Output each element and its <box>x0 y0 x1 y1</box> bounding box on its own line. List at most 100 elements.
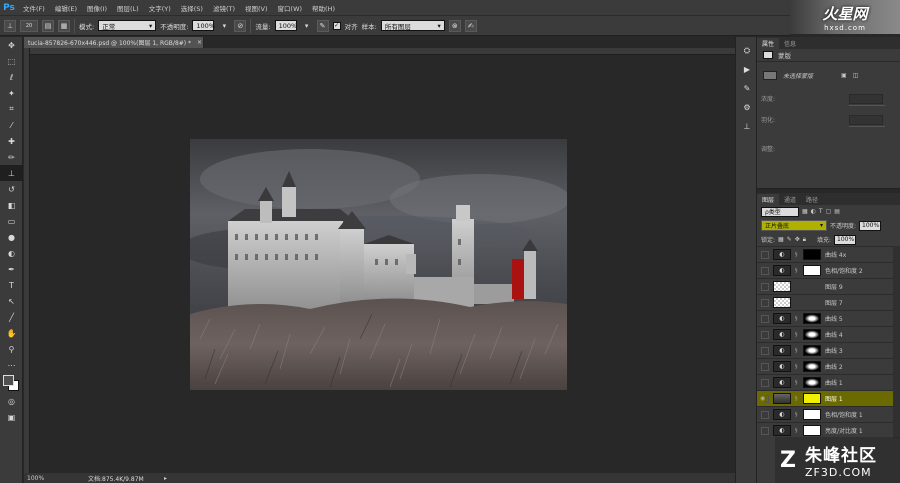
history-brush-tool-icon[interactable]: ↺ <box>0 181 23 197</box>
feather-input[interactable] <box>849 114 883 125</box>
pressure-opacity-icon[interactable]: ⊘ <box>234 19 247 32</box>
clone-source-icon[interactable]: ▦ <box>58 19 70 32</box>
layer-row[interactable]: ◉ § 图层 1 <box>757 390 900 406</box>
path-select-tool-icon[interactable]: ↖ <box>0 293 23 309</box>
mode-select[interactable]: 正常 ▾ <box>98 20 157 31</box>
quick-mask-icon[interactable]: ◎ <box>0 393 23 409</box>
layer-opacity-input[interactable]: 100% <box>859 220 882 231</box>
history-panel-icon[interactable]: ⛭ <box>736 41 758 60</box>
brush-size-picker[interactable]: 20 <box>20 19 38 32</box>
tab-info[interactable]: 信息 <box>779 38 801 49</box>
eyedropper-tool-icon[interactable]: ⁄ <box>0 117 23 133</box>
visibility-eye-icon[interactable]: ◉ <box>760 394 769 403</box>
menu-image[interactable]: 图像(I) <box>82 3 112 13</box>
filter-pixel-icon[interactable]: ▦ <box>802 208 808 215</box>
foreground-color-swatch[interactable] <box>3 375 14 386</box>
visibility-eye-icon[interactable] <box>760 378 769 387</box>
quick-select-tool-icon[interactable]: ✦ <box>0 85 23 101</box>
filter-smart-icon[interactable]: ▤ <box>834 208 840 215</box>
play-actions-icon[interactable]: ▶ <box>736 60 758 79</box>
layer-kind-select[interactable]: ρ类型 <box>761 206 799 217</box>
link-icon[interactable]: § <box>795 316 799 322</box>
brush-presets-icon[interactable]: ✎ <box>736 79 758 98</box>
layer-mask-thumbnail[interactable] <box>803 265 821 276</box>
hand-tool-icon[interactable]: ✋ <box>0 325 23 341</box>
layer-row[interactable]: ◐ § 曲线 4 <box>757 326 900 342</box>
layer-row[interactable]: ◐ § 曲线 4x <box>757 246 900 262</box>
visibility-eye-icon[interactable] <box>760 314 769 323</box>
marquee-tool-icon[interactable]: ⬚ <box>0 53 23 69</box>
layer-mask-thumbnail[interactable] <box>803 425 821 436</box>
tab-properties[interactable]: 属性 <box>757 38 780 49</box>
lock-transparent-icon[interactable]: ▦ <box>778 236 784 243</box>
feather-slider[interactable] <box>849 126 885 127</box>
layer-mask-thumbnail[interactable] <box>803 377 821 388</box>
layer-mask-thumbnail[interactable] <box>803 361 821 372</box>
link-icon[interactable]: § <box>795 348 799 354</box>
visibility-eye-icon[interactable] <box>760 282 769 291</box>
tab-paths[interactable]: 路径 <box>801 194 823 205</box>
visibility-eye-icon[interactable] <box>760 346 769 355</box>
zoom-tool-icon[interactable]: ⚲ <box>0 341 23 357</box>
shape-tool-icon[interactable]: ╱ <box>0 309 23 325</box>
layer-row[interactable]: 图层 7 <box>757 294 900 310</box>
link-icon[interactable]: § <box>795 252 799 258</box>
blur-tool-icon[interactable]: ● <box>0 229 23 245</box>
layer-mask-thumbnail[interactable] <box>803 409 821 420</box>
layer-row[interactable]: ◐ § 色相/饱和度 1 <box>757 406 900 422</box>
layer-row[interactable]: ◐ § 亮度/对比度 1 <box>757 422 900 438</box>
tab-layers[interactable]: 图层 <box>757 194 780 205</box>
menu-filter[interactable]: 滤镜(T) <box>208 3 240 13</box>
layers-scrollbar[interactable] <box>893 246 900 438</box>
dodge-tool-icon[interactable]: ◐ <box>0 245 23 261</box>
layer-row[interactable]: ◐ § 曲线 3 <box>757 342 900 358</box>
link-icon[interactable]: § <box>795 396 799 402</box>
tab-channels[interactable]: 通道 <box>779 194 801 205</box>
layer-mask-thumbnail[interactable] <box>803 345 821 356</box>
lock-all-icon[interactable]: 🔒︎ <box>803 236 806 244</box>
menu-view[interactable]: 视图(V) <box>240 3 273 13</box>
visibility-eye-icon[interactable] <box>760 266 769 275</box>
adjustments-icon[interactable]: ⚙ <box>736 98 758 117</box>
color-swatches[interactable] <box>0 373 23 393</box>
flow-input[interactable]: 100% <box>274 20 297 31</box>
layer-mask-thumbnail[interactable] <box>803 249 821 260</box>
visibility-eye-icon[interactable] <box>760 362 769 371</box>
vector-mask-icon[interactable]: ◫ <box>853 72 859 79</box>
screen-mode-icon[interactable]: ▣ <box>0 409 23 425</box>
type-tool-icon[interactable]: T <box>0 277 23 293</box>
opacity-slider-toggle-icon[interactable]: ▾ <box>218 20 230 32</box>
brush-panel-icon[interactable]: ▤ <box>42 19 54 32</box>
canvas-image[interactable] <box>190 139 567 390</box>
density-slider[interactable] <box>849 105 885 106</box>
brush-tool-icon[interactable]: ✏ <box>0 149 23 165</box>
menu-help[interactable]: 帮助(H) <box>307 3 340 13</box>
lock-position-icon[interactable]: ✥ <box>795 236 800 243</box>
zoom-value[interactable]: 100% <box>24 475 64 482</box>
crop-tool-icon[interactable]: ⌗ <box>0 101 23 117</box>
clone-source-panel-icon[interactable]: ⊥ <box>736 117 758 136</box>
visibility-eye-icon[interactable] <box>760 330 769 339</box>
ignore-adjustment-layers-icon[interactable]: ⊗ <box>448 19 461 32</box>
menu-select[interactable]: 选择(S) <box>176 3 208 13</box>
filter-type-icon[interactable]: T <box>819 208 823 215</box>
lasso-tool-icon[interactable]: ℓ <box>0 69 23 85</box>
layer-row[interactable]: ◐ § 曲线 1 <box>757 374 900 390</box>
clone-stamp-tool-icon[interactable]: ⊥ <box>0 165 23 181</box>
menu-window[interactable]: 窗口(W) <box>273 3 308 13</box>
blend-mode-select[interactable]: 正片叠底 ▾ <box>761 220 827 231</box>
layer-mask-thumbnail[interactable] <box>803 329 821 340</box>
sample-select[interactable]: 所有图层 ▾ <box>380 20 445 31</box>
layer-row[interactable]: ◐ § 曲线 2 <box>757 358 900 374</box>
layer-row[interactable]: ◐ § 色相/饱和度 2 <box>757 262 900 278</box>
menu-file[interactable]: 文件(F) <box>18 3 50 13</box>
close-icon[interactable]: × <box>197 39 202 46</box>
document-info[interactable]: 文档:875.4K/9.87M <box>64 474 164 483</box>
filter-adjustment-icon[interactable]: ◐ <box>811 208 816 215</box>
visibility-eye-icon[interactable] <box>760 250 769 259</box>
density-input[interactable] <box>849 93 883 104</box>
eraser-tool-icon[interactable]: ◧ <box>0 197 23 213</box>
fill-input[interactable]: 100% <box>834 234 856 245</box>
menu-type[interactable]: 文字(Y) <box>144 3 176 13</box>
pen-tool-icon[interactable]: ✒ <box>0 261 23 277</box>
